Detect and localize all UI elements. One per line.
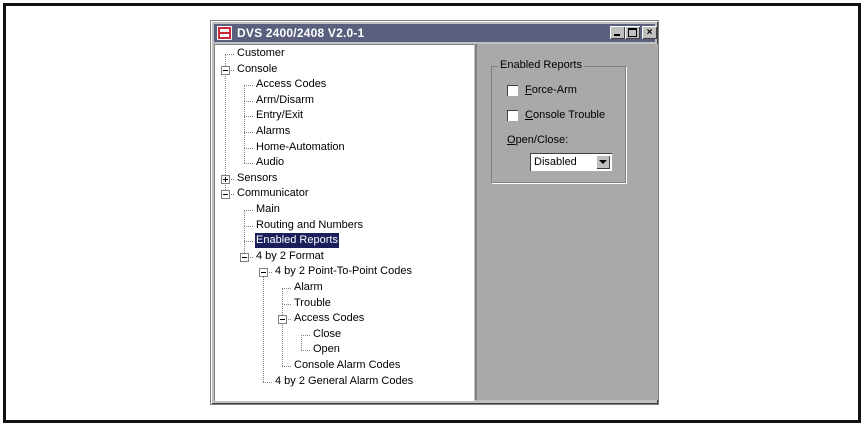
tree-item[interactable]: 4 by 2 Point-To-Point Codes (215, 264, 474, 279)
tree-item[interactable]: Communicator (215, 186, 474, 201)
tree-item-label: Main (256, 203, 280, 215)
tree-item-label: Arm/Disarm (256, 93, 315, 106)
tree-item-label: Open (313, 343, 340, 356)
tree-item[interactable]: Main (215, 202, 474, 217)
maximize-button[interactable] (625, 26, 640, 39)
open-close-select[interactable]: Disabled (530, 153, 612, 171)
tree-item-label: Enabled Reports (255, 233, 339, 249)
tree-item[interactable]: Home-Automation (215, 140, 474, 155)
tree-item[interactable]: Enabled Reports (215, 233, 474, 249)
open-close-label: Open/Close: (507, 134, 569, 146)
window-title: DVS 2400/2408 V2.0-1 (237, 26, 365, 40)
tree-item-label: Customer (237, 47, 285, 59)
tree-item[interactable]: Trouble (215, 296, 474, 311)
enabled-reports-group: Enabled Reports Force-Arm Console Troubl… (491, 59, 626, 183)
force-arm-label[interactable]: Force-Arm (525, 84, 577, 96)
chevron-down-icon[interactable] (596, 155, 610, 169)
open-close-value: Disabled (534, 156, 577, 168)
tree-item[interactable]: Console (215, 62, 474, 77)
tree-item-label: Console (237, 62, 278, 75)
minimize-button[interactable] (610, 26, 625, 39)
group-title: Enabled Reports (498, 59, 584, 71)
app-window: DVS 2400/2408 V2.0-1 × Customer Console Ac… (210, 20, 659, 405)
tree-item[interactable]: Access Codes (215, 311, 474, 326)
tree-item-label: Access Codes (294, 312, 365, 325)
dvs-app-icon[interactable] (217, 26, 232, 40)
tree-item[interactable]: Access Codes (215, 77, 474, 92)
console-trouble-checkbox[interactable] (507, 110, 518, 121)
tree-item[interactable]: Entry/Exit (215, 108, 474, 123)
force-arm-checkbox[interactable] (507, 85, 518, 96)
tree-item-label: Communicator (237, 187, 309, 200)
tree-item[interactable]: Audio (215, 155, 474, 170)
tree-item-label: Close (313, 327, 342, 340)
tree-item-label: Trouble (294, 296, 331, 309)
tree-item[interactable]: Alarms (215, 124, 474, 139)
tree-item-label: 4 by 2 Format (256, 249, 324, 262)
tree-item-label: 4 by 2 General Alarm Codes (275, 374, 414, 387)
tree-item-label: Access Codes (256, 78, 327, 91)
settings-tree[interactable]: Customer Console Access Codes Arm/Disarm Ent… (214, 44, 474, 401)
tree-item[interactable]: Arm/Disarm (215, 93, 474, 108)
tree-item[interactable]: Close (215, 327, 474, 342)
close-button[interactable]: × (642, 26, 657, 39)
tree-item-label: Audio (256, 156, 285, 169)
settings-pane: Enabled Reports Force-Arm Console Troubl… (475, 44, 658, 400)
tree-item[interactable]: Customer (215, 46, 474, 61)
tree-item[interactable]: 4 by 2 General Alarm Codes (215, 374, 474, 389)
tree-item[interactable]: Sensors (215, 171, 474, 186)
tree-item-label: Alarms (256, 125, 291, 137)
tree-item[interactable]: Routing and Numbers (215, 218, 474, 233)
tree-item-label: Routing and Numbers (256, 218, 364, 231)
tree-item-label: Sensors (237, 171, 278, 184)
console-trouble-label[interactable]: Console Trouble (525, 109, 605, 121)
tree-item[interactable]: Alarm (215, 280, 474, 295)
tree-item[interactable]: Console Alarm Codes (215, 358, 474, 373)
tree-item-label: Home-Automation (256, 140, 345, 153)
tree-item-label: 4 by 2 Point-To-Point Codes (275, 265, 412, 278)
tree-item[interactable]: Open (215, 342, 474, 357)
tree-item[interactable]: 4 by 2 Format (215, 249, 474, 264)
tree-item-label: Console Alarm Codes (294, 359, 401, 371)
tree-item-label: Entry/Exit (256, 109, 304, 122)
tree-item-label: Alarm (294, 281, 323, 293)
title-bar[interactable]: DVS 2400/2408 V2.0-1 × (214, 24, 657, 42)
